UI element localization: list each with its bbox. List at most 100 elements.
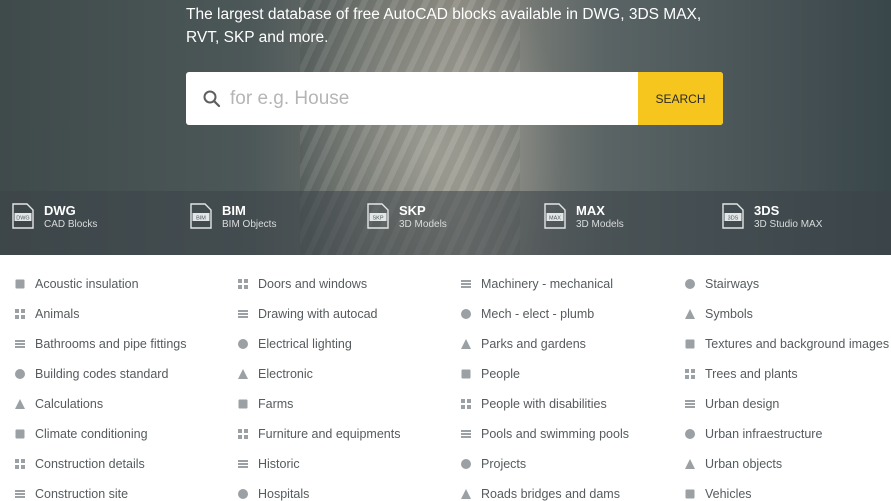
format-name: 3DS [754,203,780,218]
dwg-badge-text: DWG [16,215,29,221]
category-label: Historic [258,457,300,471]
category-link[interactable]: Stairways [684,269,759,299]
format-subtitle: 3D Studio MAX [754,219,823,230]
category-link[interactable]: Building codes standard [14,359,168,389]
calculator-icon [15,399,25,409]
category-link[interactable]: Hospitals [237,479,309,501]
door-icon [238,279,248,289]
search-button[interactable]: SEARCH [638,72,723,125]
category-link[interactable]: People [460,359,520,389]
category-label: Electronic [258,367,313,381]
category-link[interactable]: Drawing with autocad [237,299,378,329]
category-link[interactable]: Electrical lighting [237,329,352,359]
category-link[interactable]: Urban infraestructure [684,419,822,449]
paw-icon [15,309,25,319]
3ds-badge-text: 3DS [728,215,739,221]
plumbing-icon [461,309,471,319]
air-conditioner-icon [15,429,25,439]
format-subtitle: 3D Models [399,219,447,230]
category-link[interactable]: Vehicles [684,479,752,501]
3ds-file-icon: 3DS [722,203,744,229]
category-link[interactable]: Symbols [684,299,753,329]
crane-icon [15,490,25,498]
category-label: Parks and gardens [481,337,586,351]
format-bar: DWG DWG CAD Blocks BIM BIM BIM Objects S [0,191,891,255]
category-grid: Acoustic insulation Animals Bathrooms and … [0,255,891,501]
bim-badge-text: BIM [196,215,206,221]
search-input[interactable] [230,87,630,110]
category-link[interactable]: Urban objects [684,449,782,479]
grid-icon [15,459,25,469]
format-dwg[interactable]: DWG DWG CAD Blocks [12,203,97,231]
category-label: Bathrooms and pipe fittings [35,337,187,351]
category-label: Urban objects [705,457,783,471]
category-label: People [481,367,520,381]
category-label: Roads bridges and dams [481,487,620,501]
leaf-icon [685,369,695,379]
category-label: People with disabilities [481,397,607,411]
people-icon [461,369,471,379]
category-label: Calculations [35,397,104,411]
category-label: Machinery - mechanical [481,277,613,291]
category-label: Drawing with autocad [258,307,378,321]
hospital-icon [238,489,248,499]
format-bim[interactable]: BIM BIM BIM Objects [190,203,276,231]
format-subtitle: BIM Objects [222,219,277,230]
hero-banner: The largest database of free AutoCAD blo… [0,0,891,255]
category-link[interactable]: Bathrooms and pipe fittings [14,329,186,359]
category-link[interactable]: Electronic [237,359,313,389]
skp-badge-text: SKP [372,215,383,221]
pool-icon [461,430,471,438]
lamp-post-icon [685,429,695,439]
category-link[interactable]: Pools and swimming pools [460,419,629,449]
category-link[interactable]: Projects [460,449,526,479]
machinery-icon [461,280,471,288]
format-name: SKP [399,203,426,218]
monitor-icon [238,369,248,379]
max-badge-text: MAX [549,215,561,221]
category-link[interactable]: Trees and plants [684,359,798,389]
category-label: Symbols [705,307,753,321]
category-link[interactable]: Parks and gardens [460,329,586,359]
category-link[interactable]: Machinery - mechanical [460,269,613,299]
category-link[interactable]: Urban design [684,389,779,419]
category-label: Furniture and equipments [258,427,401,441]
category-link[interactable]: Doors and windows [237,269,367,299]
category-label: Textures and background images [705,337,890,351]
wheelchair-icon [461,399,471,409]
format-subtitle: 3D Models [576,219,624,230]
bathtub-icon [15,340,25,348]
category-link[interactable]: Farms [237,389,293,419]
category-link[interactable]: Calculations [14,389,103,419]
building-icon [15,369,25,379]
format-max[interactable]: MAX MAX 3D Models [544,203,624,231]
category-link[interactable]: Roads bridges and dams [460,479,620,501]
ear-icon [15,279,25,289]
format-skp[interactable]: SKP SKP 3D Models [367,203,447,231]
category-label: Farms [258,397,294,411]
category-label: Animals [35,307,80,321]
category-link[interactable]: Historic [237,449,300,479]
category-link[interactable]: Construction details [14,449,145,479]
category-label: Mech - elect - plumb [481,307,595,321]
bulb-icon [238,339,248,349]
search-input-wrapper[interactable] [186,72,638,125]
format-3ds[interactable]: 3DS 3DS 3D Studio MAX [722,203,822,231]
projects-icon [461,459,471,469]
category-link[interactable]: Climate conditioning [14,419,148,449]
category-link[interactable]: Mech - elect - plumb [460,299,594,329]
column-icon [238,460,248,468]
category-link[interactable]: Acoustic insulation [14,269,139,299]
category-link[interactable]: Construction site [14,479,128,501]
category-label: Pools and swimming pools [481,427,629,441]
max-file-icon: MAX [544,203,566,229]
car-icon [685,489,695,499]
category-label: Projects [481,457,527,471]
stairs-icon [685,279,695,289]
category-link[interactable]: People with disabilities [460,389,607,419]
category-label: Electrical lighting [258,337,352,351]
category-label: Climate conditioning [35,427,148,441]
category-link[interactable]: Furniture and equipments [237,419,400,449]
category-link[interactable]: Animals [14,299,79,329]
category-link[interactable]: Textures and background images [684,329,889,359]
